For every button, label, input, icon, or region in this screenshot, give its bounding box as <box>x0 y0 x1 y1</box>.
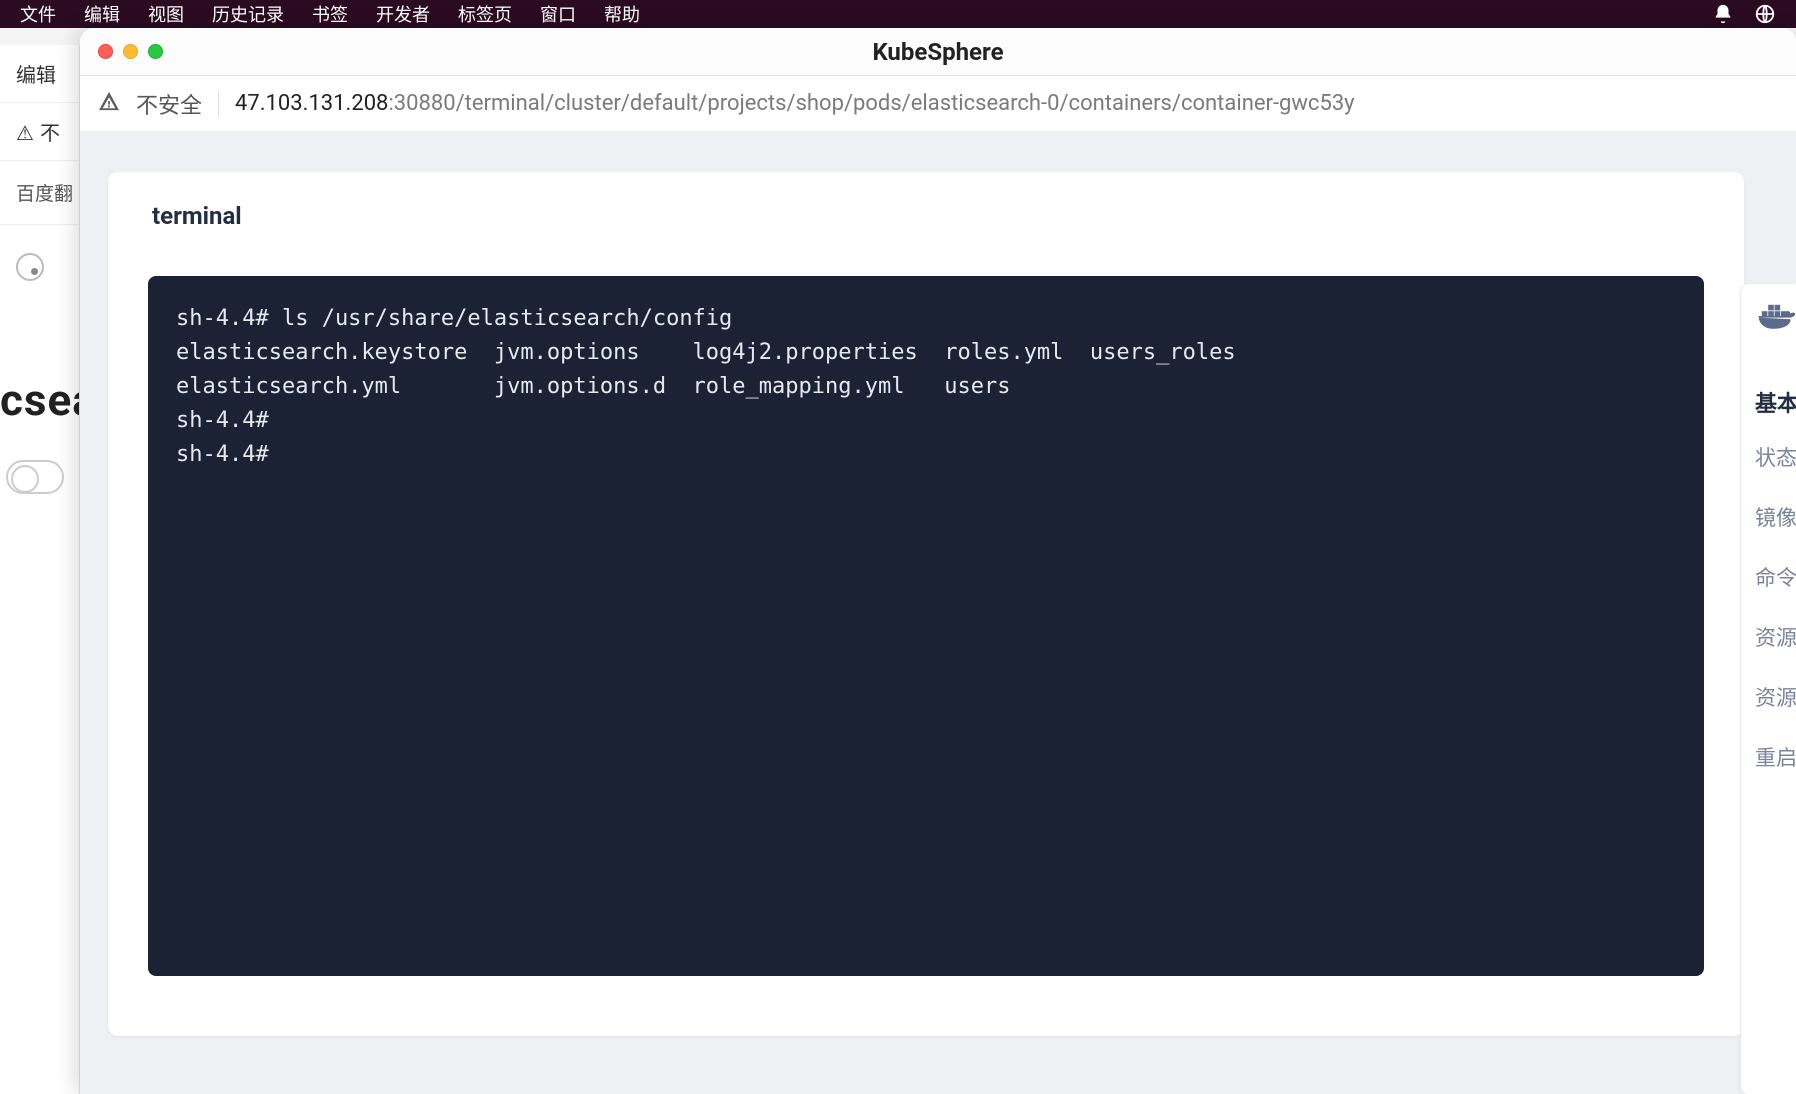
menubar-item[interactable]: 窗口 <box>540 1 576 27</box>
page-body: terminal sh-4.4# ls /usr/share/elasticse… <box>80 132 1796 1094</box>
menubar-item[interactable]: 标签页 <box>458 1 512 27</box>
window-title: KubeSphere <box>80 38 1796 66</box>
url-host: 47.103.131.208 <box>235 91 388 116</box>
panel-item[interactable]: 镜像 <box>1755 502 1796 532</box>
menubar-item[interactable]: 开发者 <box>376 1 430 27</box>
divider <box>218 91 219 117</box>
bg-heading-fragment: csea <box>0 314 79 426</box>
menubar-item[interactable]: 文件 <box>20 1 56 27</box>
close-window-button[interactable] <box>98 44 113 59</box>
warning-icon: ⚠ <box>16 121 34 145</box>
bg-security-row: ⚠不 <box>0 103 79 161</box>
panel-item[interactable]: 命令 <box>1755 562 1796 592</box>
browser-window: KubeSphere 不安全 47.103.131.208:30880/term… <box>80 28 1796 1094</box>
url-path: :30880/terminal/cluster/default/projects… <box>388 91 1354 116</box>
security-label: 不安全 <box>136 88 202 120</box>
globe-icon[interactable] <box>1754 3 1776 25</box>
window-titlebar: KubeSphere <box>80 28 1796 76</box>
bg-toolbar-label: 编辑 <box>0 45 79 103</box>
bg-tab-label[interactable]: 百度翻 <box>0 161 79 225</box>
panel-item[interactable]: 资源 <box>1755 682 1796 712</box>
notification-icon[interactable] <box>1712 3 1734 25</box>
panel-item[interactable]: 状态 <box>1755 442 1796 472</box>
os-menubar: 文件 编辑 视图 历史记录 书签 开发者 标签页 窗口 帮助 <box>0 0 1796 28</box>
bg-toggle[interactable] <box>6 460 79 494</box>
panel-heading: 基本信 <box>1755 386 1796 418</box>
menubar-item[interactable]: 编辑 <box>84 1 120 27</box>
terminal-card: terminal sh-4.4# ls /usr/share/elasticse… <box>108 172 1744 1036</box>
background-window: 编辑 ⚠不 百度翻 csea <box>0 45 80 1094</box>
menubar-item[interactable]: 视图 <box>148 1 184 27</box>
minimize-window-button[interactable] <box>123 44 138 59</box>
url-display[interactable]: 47.103.131.208:30880/terminal/cluster/de… <box>235 91 1355 116</box>
menubar-item[interactable]: 书签 <box>312 1 348 27</box>
bg-status-icon <box>0 225 79 314</box>
address-bar[interactable]: 不安全 47.103.131.208:30880/terminal/cluste… <box>80 76 1796 132</box>
window-controls <box>98 44 163 59</box>
warning-icon <box>98 91 120 117</box>
maximize-window-button[interactable] <box>148 44 163 59</box>
panel-item[interactable]: 重启 <box>1755 742 1796 772</box>
terminal[interactable]: sh-4.4# ls /usr/share/elasticsearch/conf… <box>148 276 1704 976</box>
panel-item[interactable]: 资源 <box>1755 622 1796 652</box>
details-panel: 基本信 状态 镜像 命令 资源 资源 重启 <box>1740 284 1796 1094</box>
menubar-item[interactable]: 帮助 <box>604 1 640 27</box>
menubar-item[interactable]: 历史记录 <box>212 1 284 27</box>
terminal-title: terminal <box>108 172 1744 256</box>
docker-icon <box>1757 300 1796 336</box>
